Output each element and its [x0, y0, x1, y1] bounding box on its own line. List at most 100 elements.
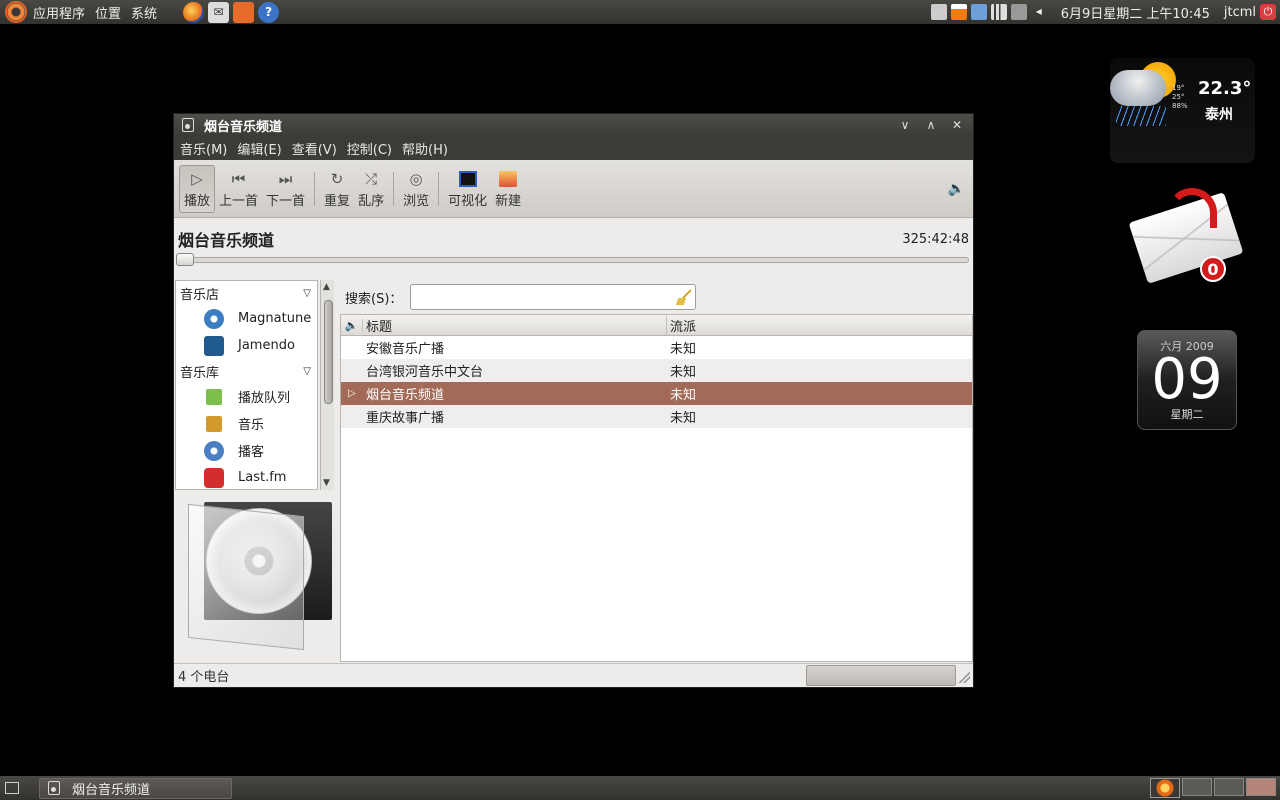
previous-icon: ⏮: [231, 170, 246, 188]
search-label: 搜索(S)：: [345, 291, 403, 307]
workspace-1[interactable]: [1182, 778, 1212, 796]
next-button[interactable]: ⏭ 下一首: [262, 165, 309, 213]
scrollbar-thumb[interactable]: [324, 300, 333, 404]
workspace-2[interactable]: [1214, 778, 1244, 796]
seek-bar[interactable]: [179, 257, 969, 263]
rhythmbox-tray-icon[interactable]: [930, 4, 947, 20]
help-icon[interactable]: ?: [258, 1, 280, 23]
shuffle-button[interactable]: ⤮ 乱序: [354, 165, 388, 213]
cloud-icon: [1110, 70, 1166, 106]
firefox-workspace-icon[interactable]: [1150, 778, 1180, 798]
station-list: 🔈 标题 流派 安徽音乐广播 未知 台湾银河音乐中文台 未知 ▷ 烟台音乐频道 …: [340, 314, 973, 662]
shuffle-icon: ⤮: [365, 170, 378, 188]
visualize-icon: [456, 168, 480, 190]
table-row-playing[interactable]: ▷ 烟台音乐频道 未知: [341, 382, 972, 405]
calendar-widget: 六月 2009 09 星期二: [1137, 330, 1237, 430]
sidebar-scrollbar[interactable]: ▲ ▼: [320, 280, 334, 490]
calendar-day: 09: [1151, 347, 1223, 412]
source-sidebar: 音乐店 ▽ Magnatune Jamendo 音乐库 ▽ 播放队列 音乐 播客 L…: [175, 280, 318, 490]
clock[interactable]: 6月9日星期二 上午10:45: [1061, 3, 1210, 22]
menu-edit[interactable]: 编辑(E): [237, 139, 281, 158]
menu-control[interactable]: 控制(C): [347, 139, 392, 158]
rhythmbox-window: 烟台音乐频道 ∨ ∧ ✕ 音乐(M) 编辑(E) 查看(V) 控制(C) 帮助(…: [173, 113, 974, 688]
firefox-icon[interactable]: [183, 1, 205, 23]
clear-search-icon[interactable]: [677, 289, 692, 305]
show-desktop-icon[interactable]: [5, 782, 19, 794]
playing-column-icon[interactable]: 🔈: [341, 318, 363, 332]
network-icon[interactable]: [1010, 4, 1027, 20]
resize-grip[interactable]: [958, 671, 970, 683]
sidebar-item-jamendo[interactable]: Jamendo: [176, 332, 317, 359]
window-title: 烟台音乐频道: [204, 119, 283, 135]
scroll-down-icon[interactable]: ▼: [323, 478, 330, 488]
sidebar-item-play-queue[interactable]: 播放队列: [176, 383, 317, 410]
signal-icon[interactable]: [990, 4, 1007, 20]
scroll-up-icon[interactable]: ▲: [323, 282, 330, 292]
repeat-button[interactable]: ↻ 重复: [320, 165, 354, 213]
workspace-3[interactable]: [1246, 778, 1276, 796]
table-row[interactable]: 安徽音乐广播 未知: [341, 336, 972, 359]
menu-applications[interactable]: 应用程序: [33, 3, 85, 22]
weather-widget: 19° 25° 88% 22.3° 泰州: [1110, 58, 1255, 163]
menu-help[interactable]: 帮助(H): [402, 139, 448, 158]
album-art: [184, 502, 334, 652]
seek-handle[interactable]: [176, 253, 194, 266]
mail-icon[interactable]: ✉: [208, 1, 230, 23]
repeat-icon: ↻: [330, 170, 344, 188]
sidebar-item-podcasts[interactable]: 播客: [176, 437, 317, 464]
mail-widget[interactable]: 0: [1128, 188, 1244, 284]
collapse-icon: ▽: [303, 287, 311, 299]
magnatune-icon: [204, 308, 224, 329]
jamendo-icon: [204, 335, 224, 356]
playing-icon: ▷: [348, 388, 356, 399]
table-row[interactable]: 重庆故事广播 未知: [341, 405, 972, 428]
vlc-icon[interactable]: [950, 4, 967, 20]
sidebar-header-store[interactable]: 音乐店 ▽: [176, 281, 317, 305]
window-titlebar[interactable]: 烟台音乐频道 ∨ ∧ ✕: [174, 114, 973, 136]
browse-button[interactable]: ◎ 浏览: [399, 165, 433, 213]
new-station-button[interactable]: 新建: [491, 165, 525, 213]
now-playing-title: 烟台音乐频道: [178, 231, 275, 250]
column-genre[interactable]: 流派: [667, 316, 696, 335]
menu-places[interactable]: 位置: [95, 3, 121, 22]
top-panel: 应用程序 位置 系统 ✉ ? ◂ 6月9日星期二 上午10:45 jtcml ⏻: [0, 0, 1280, 24]
maximize-button[interactable]: ∧: [921, 116, 941, 134]
notification-icon[interactable]: [970, 4, 987, 20]
menu-music[interactable]: 音乐(M): [180, 139, 227, 158]
launchers: ✉ ?: [183, 1, 280, 23]
search-row: 搜索(S)：: [345, 284, 697, 310]
user-name[interactable]: jtcml: [1224, 5, 1256, 20]
software-store-icon[interactable]: [233, 1, 255, 23]
music-note-icon: [206, 415, 222, 432]
toolbar: ▷ 播放 ⏮ 上一首 ⏭ 下一首 ↻ 重复 ⤮ 乱序 ◎ 浏览 可视化 新建 🔈: [174, 160, 973, 218]
play-queue-icon: [206, 388, 222, 405]
rhythmbox-app-icon: [182, 118, 194, 132]
visualize-button[interactable]: 可视化: [444, 165, 491, 213]
workspace-switcher: [1150, 778, 1276, 798]
previous-button[interactable]: ⏮ 上一首: [215, 165, 262, 213]
sidebar-item-magnatune[interactable]: Magnatune: [176, 305, 317, 332]
volume-icon[interactable]: ◂: [1031, 4, 1047, 20]
bottom-panel: 烟台音乐频道: [0, 776, 1280, 800]
column-title[interactable]: 标题: [363, 315, 667, 335]
taskbar-item-rhythmbox[interactable]: 烟台音乐频道: [39, 777, 232, 799]
search-input[interactable]: [410, 284, 697, 310]
list-header: 🔈 标题 流派: [341, 315, 972, 336]
elapsed-time: 325:42:48: [902, 231, 969, 247]
power-icon[interactable]: ⏻: [1260, 4, 1276, 20]
minimize-button[interactable]: ∨: [895, 116, 915, 134]
table-row[interactable]: 台湾银河音乐中文台 未知: [341, 359, 972, 382]
browse-icon: ◎: [409, 170, 423, 188]
menu-view[interactable]: 查看(V): [292, 139, 337, 158]
volume-button[interactable]: 🔈: [948, 181, 965, 197]
close-button[interactable]: ✕: [947, 116, 967, 134]
weather-detail: 19° 25° 88%: [1172, 84, 1188, 110]
sidebar-header-library[interactable]: 音乐库 ▽: [176, 359, 317, 383]
sidebar-item-music[interactable]: 音乐: [176, 410, 317, 437]
ubuntu-logo-icon[interactable]: [5, 1, 27, 23]
menu-system[interactable]: 系统: [131, 3, 157, 22]
play-button[interactable]: ▷ 播放: [179, 164, 216, 213]
rhythmbox-app-icon: [48, 781, 60, 795]
sidebar-item-lastfm[interactable]: Last.fm: [176, 464, 317, 489]
refresh-arrow-icon: [1167, 188, 1217, 228]
